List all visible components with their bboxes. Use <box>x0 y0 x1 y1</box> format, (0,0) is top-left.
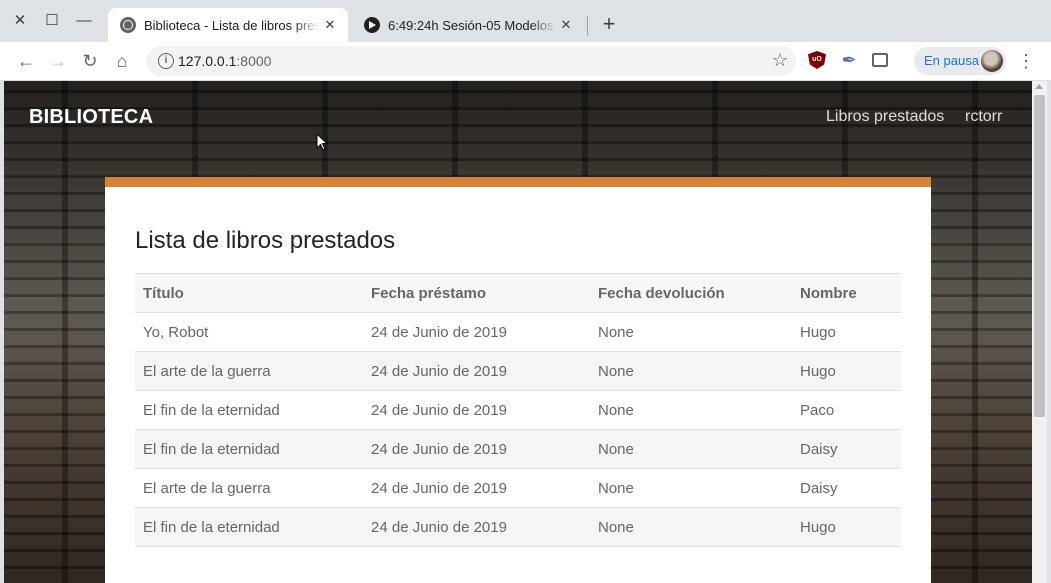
cell-nombre: Hugo <box>792 312 901 352</box>
cell-nombre: Daisy <box>792 468 901 508</box>
column-header-titulo: Título <box>135 273 363 313</box>
cell-nombre: Daisy <box>792 429 901 469</box>
cell-fecha-devolucion: None <box>590 351 792 391</box>
globe-icon <box>120 17 136 33</box>
nav-link-user[interactable]: rctorr <box>965 108 1002 126</box>
table-row: El arte de la guerra 24 de Junio de 2019 N… <box>135 351 901 391</box>
cell-fecha-devolucion: None <box>590 507 792 547</box>
cell-nombre: Hugo <box>792 351 901 391</box>
table-header-row: Título Fecha préstamo Fecha devolución N… <box>135 273 901 313</box>
column-header-nombre: Nombre <box>792 273 901 313</box>
scroll-thumb[interactable] <box>1034 95 1045 417</box>
window-minimize-icon[interactable]: — <box>74 11 94 31</box>
url-host: 127.0.0.1 <box>178 53 237 69</box>
url-port: :8000 <box>236 53 272 69</box>
profile-button[interactable]: En pausa <box>914 47 1006 75</box>
site-brand[interactable]: BIBLIOTECA <box>29 106 153 129</box>
browser-toolbar: ← → ↻ ⌂ i 127.0.0.1:8000 ☆ uO ✒ En pausa… <box>0 42 1051 81</box>
feather-icon[interactable]: ✒ <box>840 51 858 69</box>
back-icon[interactable]: ← <box>14 49 38 73</box>
column-header-fecha-devolucion: Fecha devolución <box>590 273 792 313</box>
page-scrollbar[interactable] <box>1032 81 1047 583</box>
cell-titulo: El fin de la eternidad <box>135 429 363 469</box>
tab-biblioteca[interactable]: Biblioteca - Lista de libros prestados ✕ <box>108 8 348 42</box>
cell-titulo: El arte de la guerra <box>135 351 363 391</box>
profile-status: En pausa <box>924 53 979 68</box>
cell-fecha-devolucion: None <box>590 390 792 430</box>
cell-titulo: Yo, Robot <box>135 312 363 352</box>
tab-close-icon[interactable]: ✕ <box>320 17 340 33</box>
kebab-menu-icon[interactable]: ⋮ <box>1014 49 1038 73</box>
page-viewport: BIBLIOTECA Libros prestados rctorr Lista… <box>4 81 1032 583</box>
cell-titulo: El fin de la eternidad <box>135 390 363 430</box>
cell-nombre: Hugo <box>792 507 901 547</box>
reload-icon[interactable]: ↻ <box>78 49 102 73</box>
tab-video[interactable]: 6:49:24h Sesión-05 Modelos, Consultas ✕ <box>352 8 584 42</box>
tab-close-icon[interactable]: ✕ <box>556 17 576 33</box>
screen-capture-icon[interactable] <box>872 53 888 67</box>
scroll-up-icon[interactable] <box>1035 84 1043 89</box>
content-card: Lista de libros prestados Título Fecha p… <box>105 177 931 583</box>
tab-separator <box>587 16 588 36</box>
nav-link-libros-prestados[interactable]: Libros prestados <box>826 108 944 126</box>
cell-fecha-devolucion: None <box>590 429 792 469</box>
cell-fecha-prestamo: 24 de Junio de 2019 <box>363 507 590 547</box>
cell-fecha-prestamo: 24 de Junio de 2019 <box>363 468 590 508</box>
tab-title: 6:49:24h Sesión-05 Modelos, Consultas <box>388 17 556 33</box>
window-maximize-icon[interactable]: ☐ <box>42 11 62 31</box>
ublock-origin-icon[interactable]: uO <box>808 51 826 69</box>
table-row: El fin de la eternidad 24 de Junio de 201… <box>135 507 901 547</box>
table-row: Yo, Robot 24 de Junio de 2019 None Hugo <box>135 312 901 352</box>
cell-titulo: El arte de la guerra <box>135 468 363 508</box>
info-icon[interactable]: i <box>158 53 174 69</box>
cell-nombre: Paco <box>792 390 901 430</box>
new-tab-icon[interactable]: + <box>597 13 621 37</box>
forward-icon[interactable]: → <box>46 49 70 73</box>
page-title: Lista de libros prestados <box>135 227 396 254</box>
cell-fecha-devolucion: None <box>590 468 792 508</box>
avatar <box>981 50 1003 72</box>
tab-strip: ✕ ☐ — Biblioteca - Lista de libros prest… <box>0 0 1051 42</box>
cell-fecha-devolucion: None <box>590 312 792 352</box>
table-row: El fin de la eternidad 24 de Junio de 201… <box>135 429 901 469</box>
url-text[interactable]: 127.0.0.1:8000 <box>178 53 271 69</box>
column-header-fecha-prestamo: Fecha préstamo <box>363 273 590 313</box>
tab-title: Biblioteca - Lista de libros prestados <box>144 17 320 33</box>
table-row: El arte de la guerra 24 de Junio de 2019 N… <box>135 468 901 508</box>
cell-fecha-prestamo: 24 de Junio de 2019 <box>363 351 590 391</box>
window-frame <box>1047 81 1051 583</box>
cell-titulo: El fin de la eternidad <box>135 507 363 547</box>
cell-fecha-prestamo: 24 de Junio de 2019 <box>363 429 590 469</box>
play-icon <box>364 17 380 33</box>
window-close-icon[interactable]: ✕ <box>10 11 30 31</box>
cell-fecha-prestamo: 24 de Junio de 2019 <box>363 390 590 430</box>
table-row: El fin de la eternidad 24 de Junio de 201… <box>135 390 901 430</box>
cell-fecha-prestamo: 24 de Junio de 2019 <box>363 312 590 352</box>
bookmark-star-icon[interactable]: ☆ <box>772 50 788 71</box>
loans-table: Título Fecha préstamo Fecha devolución N… <box>135 273 901 547</box>
address-bar[interactable]: i 127.0.0.1:8000 ☆ <box>146 46 796 76</box>
home-icon[interactable]: ⌂ <box>110 49 134 73</box>
